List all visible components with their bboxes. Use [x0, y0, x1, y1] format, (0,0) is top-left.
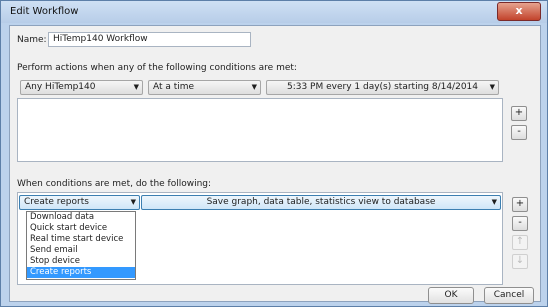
dropdown-option-download-data[interactable]: Download data — [27, 212, 135, 223]
timing-select[interactable]: At a time ▼ — [148, 80, 261, 95]
action-detail-select[interactable]: Save graph, data table, statistics view … — [141, 195, 501, 210]
dropdown-option-send-email[interactable]: Send email — [27, 245, 135, 256]
name-input[interactable]: HiTemp140 Workflow — [48, 32, 251, 47]
action-type-value: Create reports — [24, 197, 89, 207]
chevron-down-icon: ▼ — [489, 83, 495, 91]
schedule-value: 5:33 PM every 1 day(s) starting 8/14/201… — [286, 82, 478, 92]
window-title: Edit Workflow — [10, 6, 79, 17]
add-condition-button[interactable]: + — [511, 106, 527, 121]
cancel-button[interactable]: Cancel — [484, 287, 534, 304]
dropdown-option-create-reports[interactable]: Create reports — [27, 267, 135, 278]
action-type-select[interactable]: Create reports ▼ — [19, 195, 140, 210]
add-action-button[interactable]: + — [512, 197, 528, 212]
close-icon[interactable]: x — [497, 2, 541, 21]
edit-workflow-window: Edit Workflow x Name: HiTemp140 Workflow… — [0, 0, 548, 307]
conditions-heading: Perform actions when any of the followin… — [17, 63, 297, 73]
dropdown-option-stop-device[interactable]: Stop device — [27, 256, 135, 267]
chevron-down-icon: ▼ — [251, 83, 257, 91]
chevron-down-icon: ▼ — [133, 83, 139, 91]
action-detail-value: Save graph, data table, statistics view … — [206, 197, 436, 207]
remove-condition-button[interactable]: - — [511, 125, 527, 140]
actions-heading: When conditions are met, do the followin… — [17, 179, 212, 189]
schedule-select[interactable]: 5:33 PM every 1 day(s) starting 8/14/201… — [266, 80, 499, 95]
chevron-down-icon: ▼ — [491, 198, 497, 206]
name-label: Name: — [17, 35, 47, 45]
move-down-button[interactable]: ↓ — [512, 254, 528, 269]
timing-value: At a time — [153, 82, 195, 92]
sensor-value: Any HiTemp140 — [25, 82, 96, 92]
ok-button[interactable]: OK — [428, 287, 474, 304]
remove-action-button[interactable]: - — [512, 216, 528, 231]
title-bar: Edit Workflow x — [1, 1, 547, 23]
move-up-button[interactable]: ↑ — [512, 235, 528, 250]
chevron-down-icon: ▼ — [130, 198, 136, 206]
action-type-dropdown-list: Download data Quick start device Real ti… — [26, 211, 136, 280]
dropdown-option-quick-start-device[interactable]: Quick start device — [27, 223, 135, 234]
conditions-list[interactable] — [17, 98, 503, 162]
dropdown-option-real-time-start-device[interactable]: Real time start device — [27, 234, 135, 245]
sensor-select[interactable]: Any HiTemp140 ▼ — [20, 80, 143, 95]
